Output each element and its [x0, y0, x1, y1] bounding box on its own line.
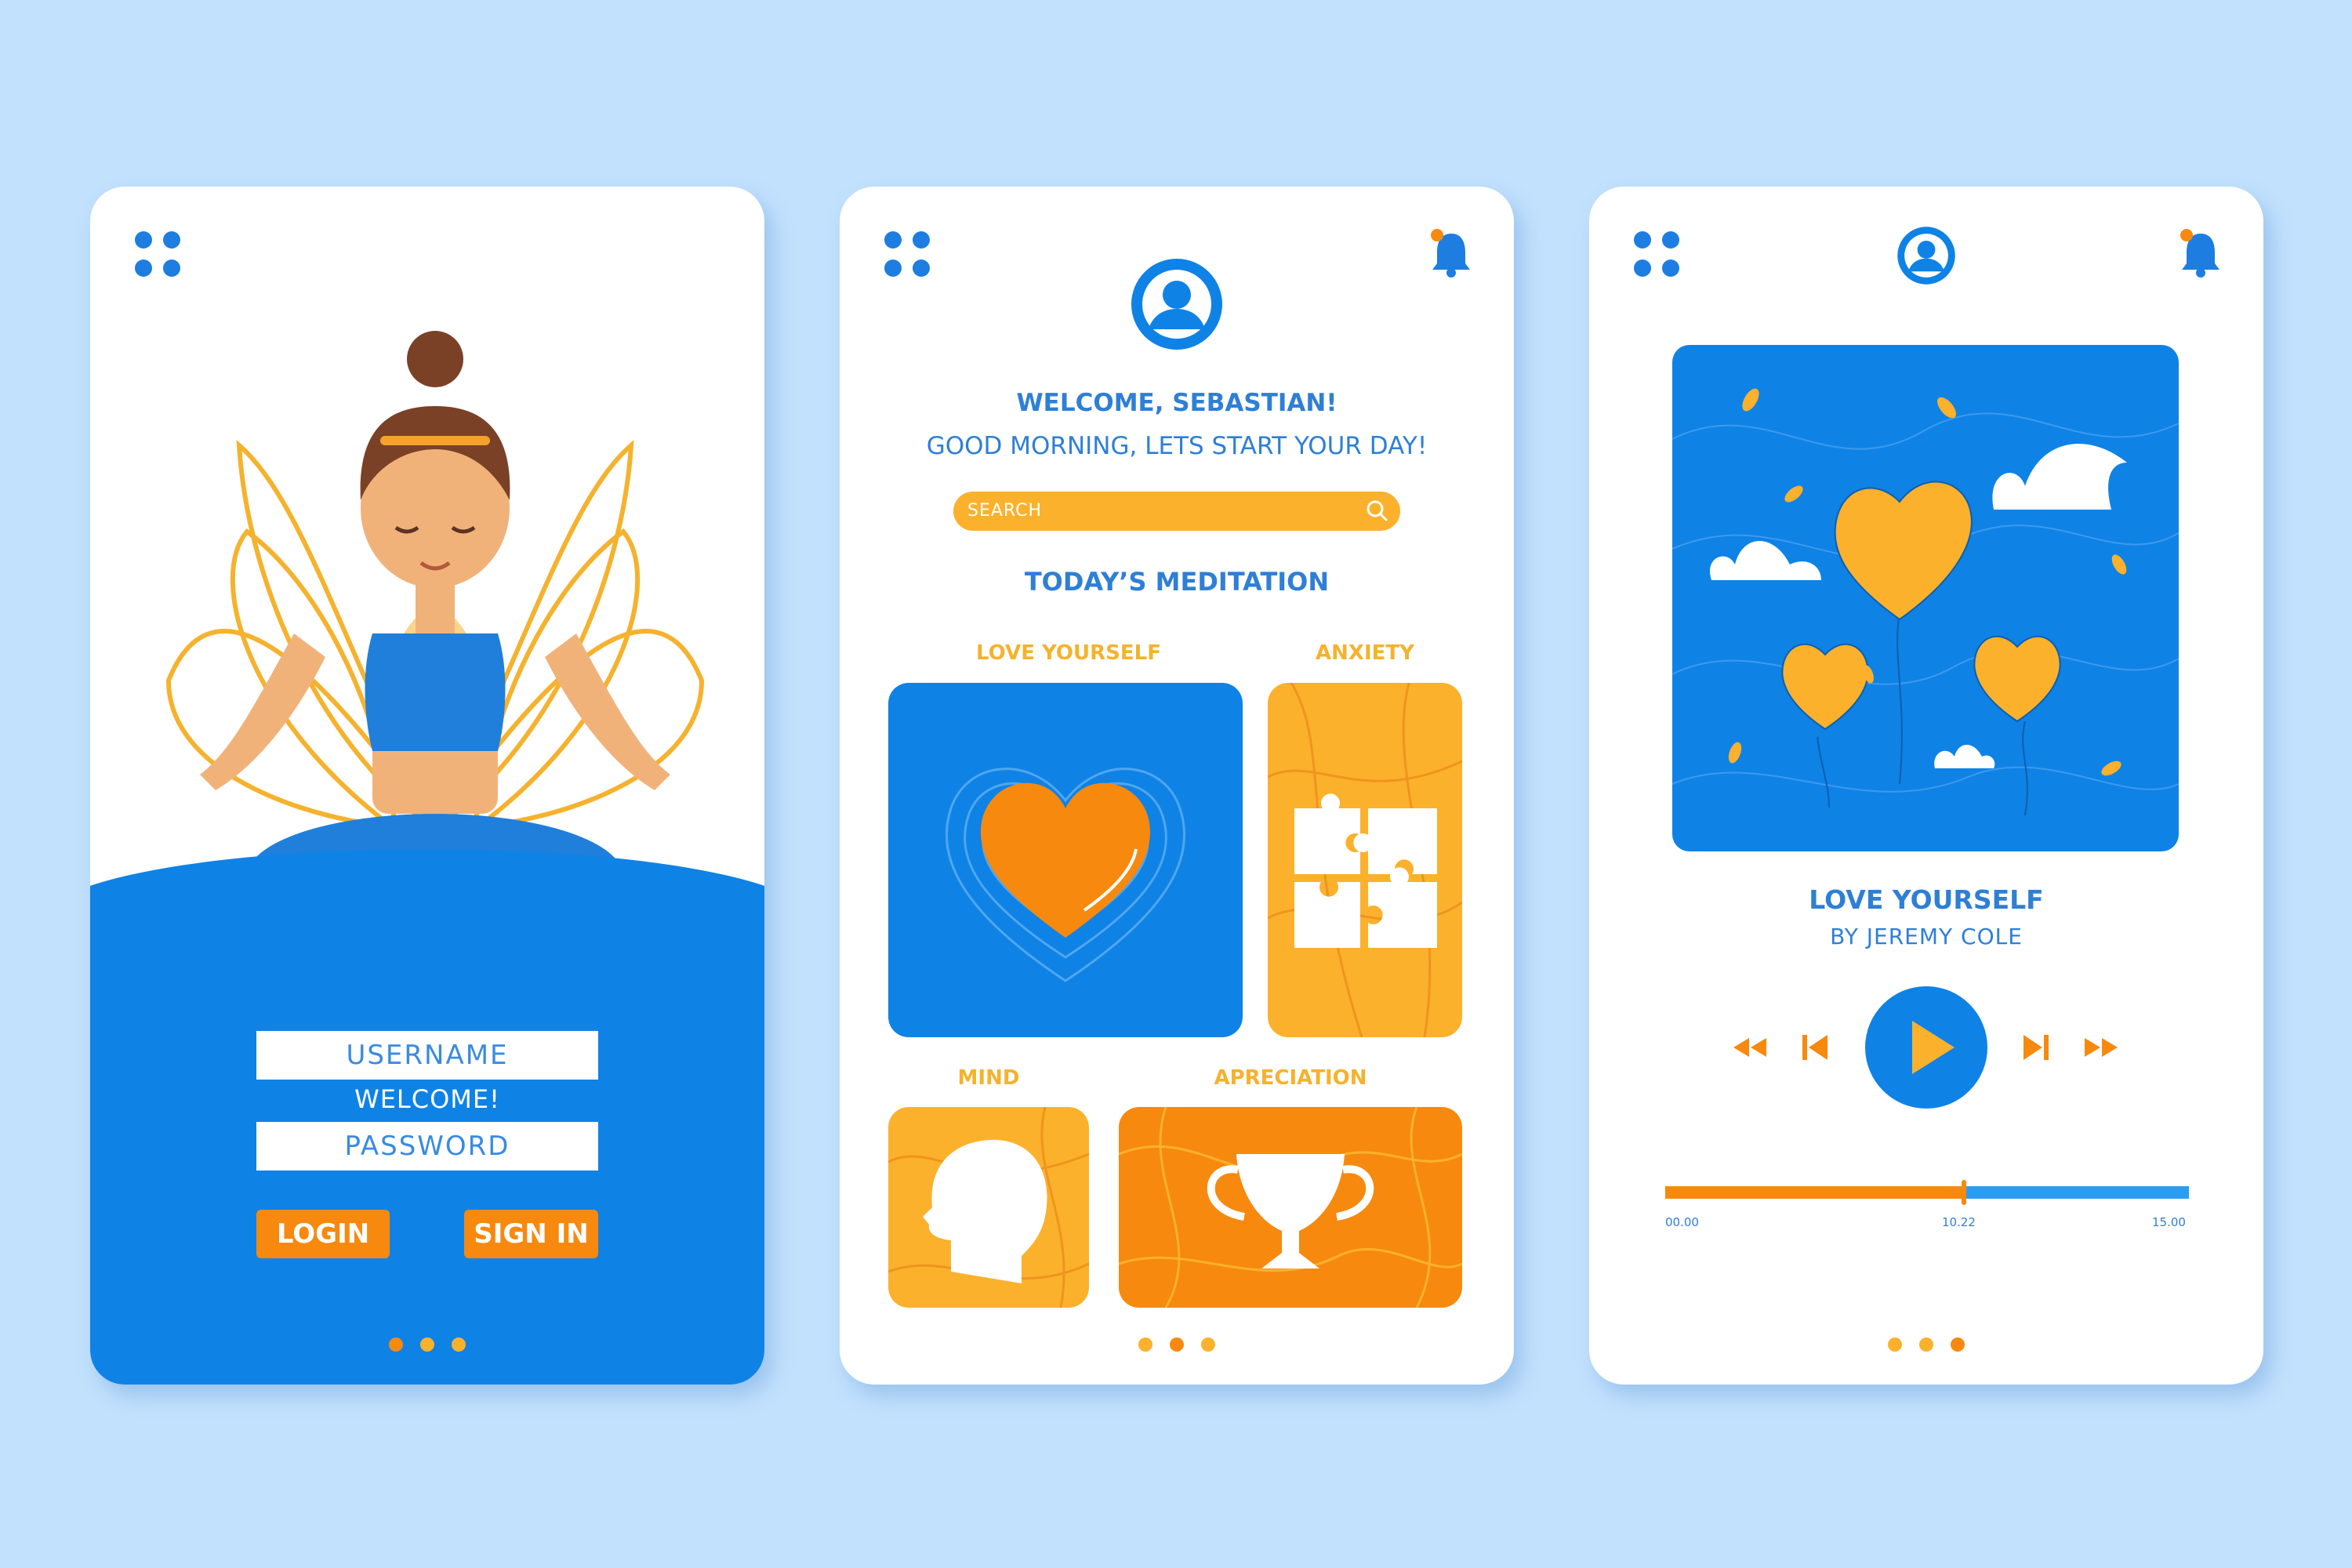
- tile-mind[interactable]: [888, 1107, 1089, 1308]
- page-dot: [1201, 1338, 1215, 1352]
- search-bar[interactable]: SEARCH: [953, 492, 1400, 531]
- next-icon[interactable]: [2020, 1032, 2052, 1063]
- track-title: LOVE YOURSELF: [1809, 884, 2044, 915]
- previous-icon[interactable]: [1799, 1032, 1831, 1063]
- username-field[interactable]: USERNAME: [256, 1031, 598, 1080]
- tile-label-apreciation: APRECIATION: [1214, 1066, 1367, 1090]
- tile-label-love-yourself: LOVE YOURSELF: [976, 641, 1161, 665]
- password-field[interactable]: PASSWORD: [256, 1122, 598, 1171]
- login-button[interactable]: LOGIN: [256, 1210, 390, 1258]
- time-end: 15.00: [2152, 1215, 2186, 1229]
- page-dot: [420, 1338, 434, 1352]
- search-input[interactable]: SEARCH: [967, 501, 1042, 521]
- welcome-text: WELCOME!: [354, 1084, 500, 1114]
- page-dot: [1919, 1338, 1933, 1352]
- page-dot: [452, 1338, 466, 1352]
- progress-bar[interactable]: [1665, 1180, 2189, 1205]
- login-panel-background: [90, 849, 764, 1385]
- page-indicator: [1589, 1338, 2263, 1355]
- home-screen: WELCOME, SEBASTIAN! GOOD MORNING, LETS S…: [840, 187, 1514, 1385]
- login-screen: MEDITATION APP WELCOME! USERNAME PASSWOR…: [90, 187, 764, 1385]
- page-dot: [1951, 1338, 1965, 1352]
- rewind-icon[interactable]: [1730, 1035, 1768, 1060]
- menu-grid-icon[interactable]: [884, 231, 931, 278]
- bell-icon[interactable]: [1431, 227, 1472, 278]
- play-button[interactable]: [1864, 985, 1989, 1110]
- track-artist: BY JEREMY COLE: [1830, 924, 2023, 949]
- progress-handle[interactable]: [1961, 1180, 1966, 1205]
- greeting-title: WELCOME, SEBASTIAN!: [1016, 389, 1338, 417]
- page-dot: [1170, 1338, 1184, 1352]
- avatar-icon[interactable]: [1896, 226, 1956, 285]
- avatar-icon[interactable]: [1130, 257, 1224, 351]
- time-start: 00.00: [1665, 1215, 1699, 1229]
- page-dot: [1888, 1338, 1902, 1352]
- tile-anxiety[interactable]: [1268, 683, 1462, 1037]
- page-indicator: [840, 1338, 1514, 1355]
- sign-in-button[interactable]: SIGN IN: [464, 1210, 598, 1258]
- search-icon[interactable]: [1366, 499, 1389, 523]
- album-art: [1672, 345, 2179, 851]
- menu-grid-icon[interactable]: [1634, 231, 1681, 278]
- fast-forward-icon[interactable]: [2083, 1035, 2121, 1060]
- tile-label-anxiety: ANXIETY: [1316, 641, 1414, 665]
- page-dot: [1138, 1338, 1152, 1352]
- page-indicator: [90, 1338, 764, 1355]
- bell-icon[interactable]: [2180, 227, 2221, 278]
- trophy-icon: [1207, 1154, 1374, 1269]
- tile-label-mind: MIND: [957, 1066, 1020, 1090]
- player-screen: LOVE YOURSELF BY JEREMY COLE 00.00 10.22…: [1589, 187, 2263, 1385]
- tile-love-yourself[interactable]: [888, 683, 1243, 1037]
- greeting-subtitle: GOOD MORNING, LETS START YOUR DAY!: [926, 432, 1428, 460]
- section-title: TODAY’S MEDITATION: [1024, 567, 1330, 597]
- heart-icon: [981, 782, 1150, 938]
- page-dot: [389, 1338, 403, 1352]
- progress-fill: [1665, 1186, 1964, 1199]
- tile-apreciation[interactable]: [1119, 1107, 1462, 1308]
- time-current: 10.22: [1942, 1215, 1976, 1229]
- puzzle-icon: [1294, 793, 1437, 948]
